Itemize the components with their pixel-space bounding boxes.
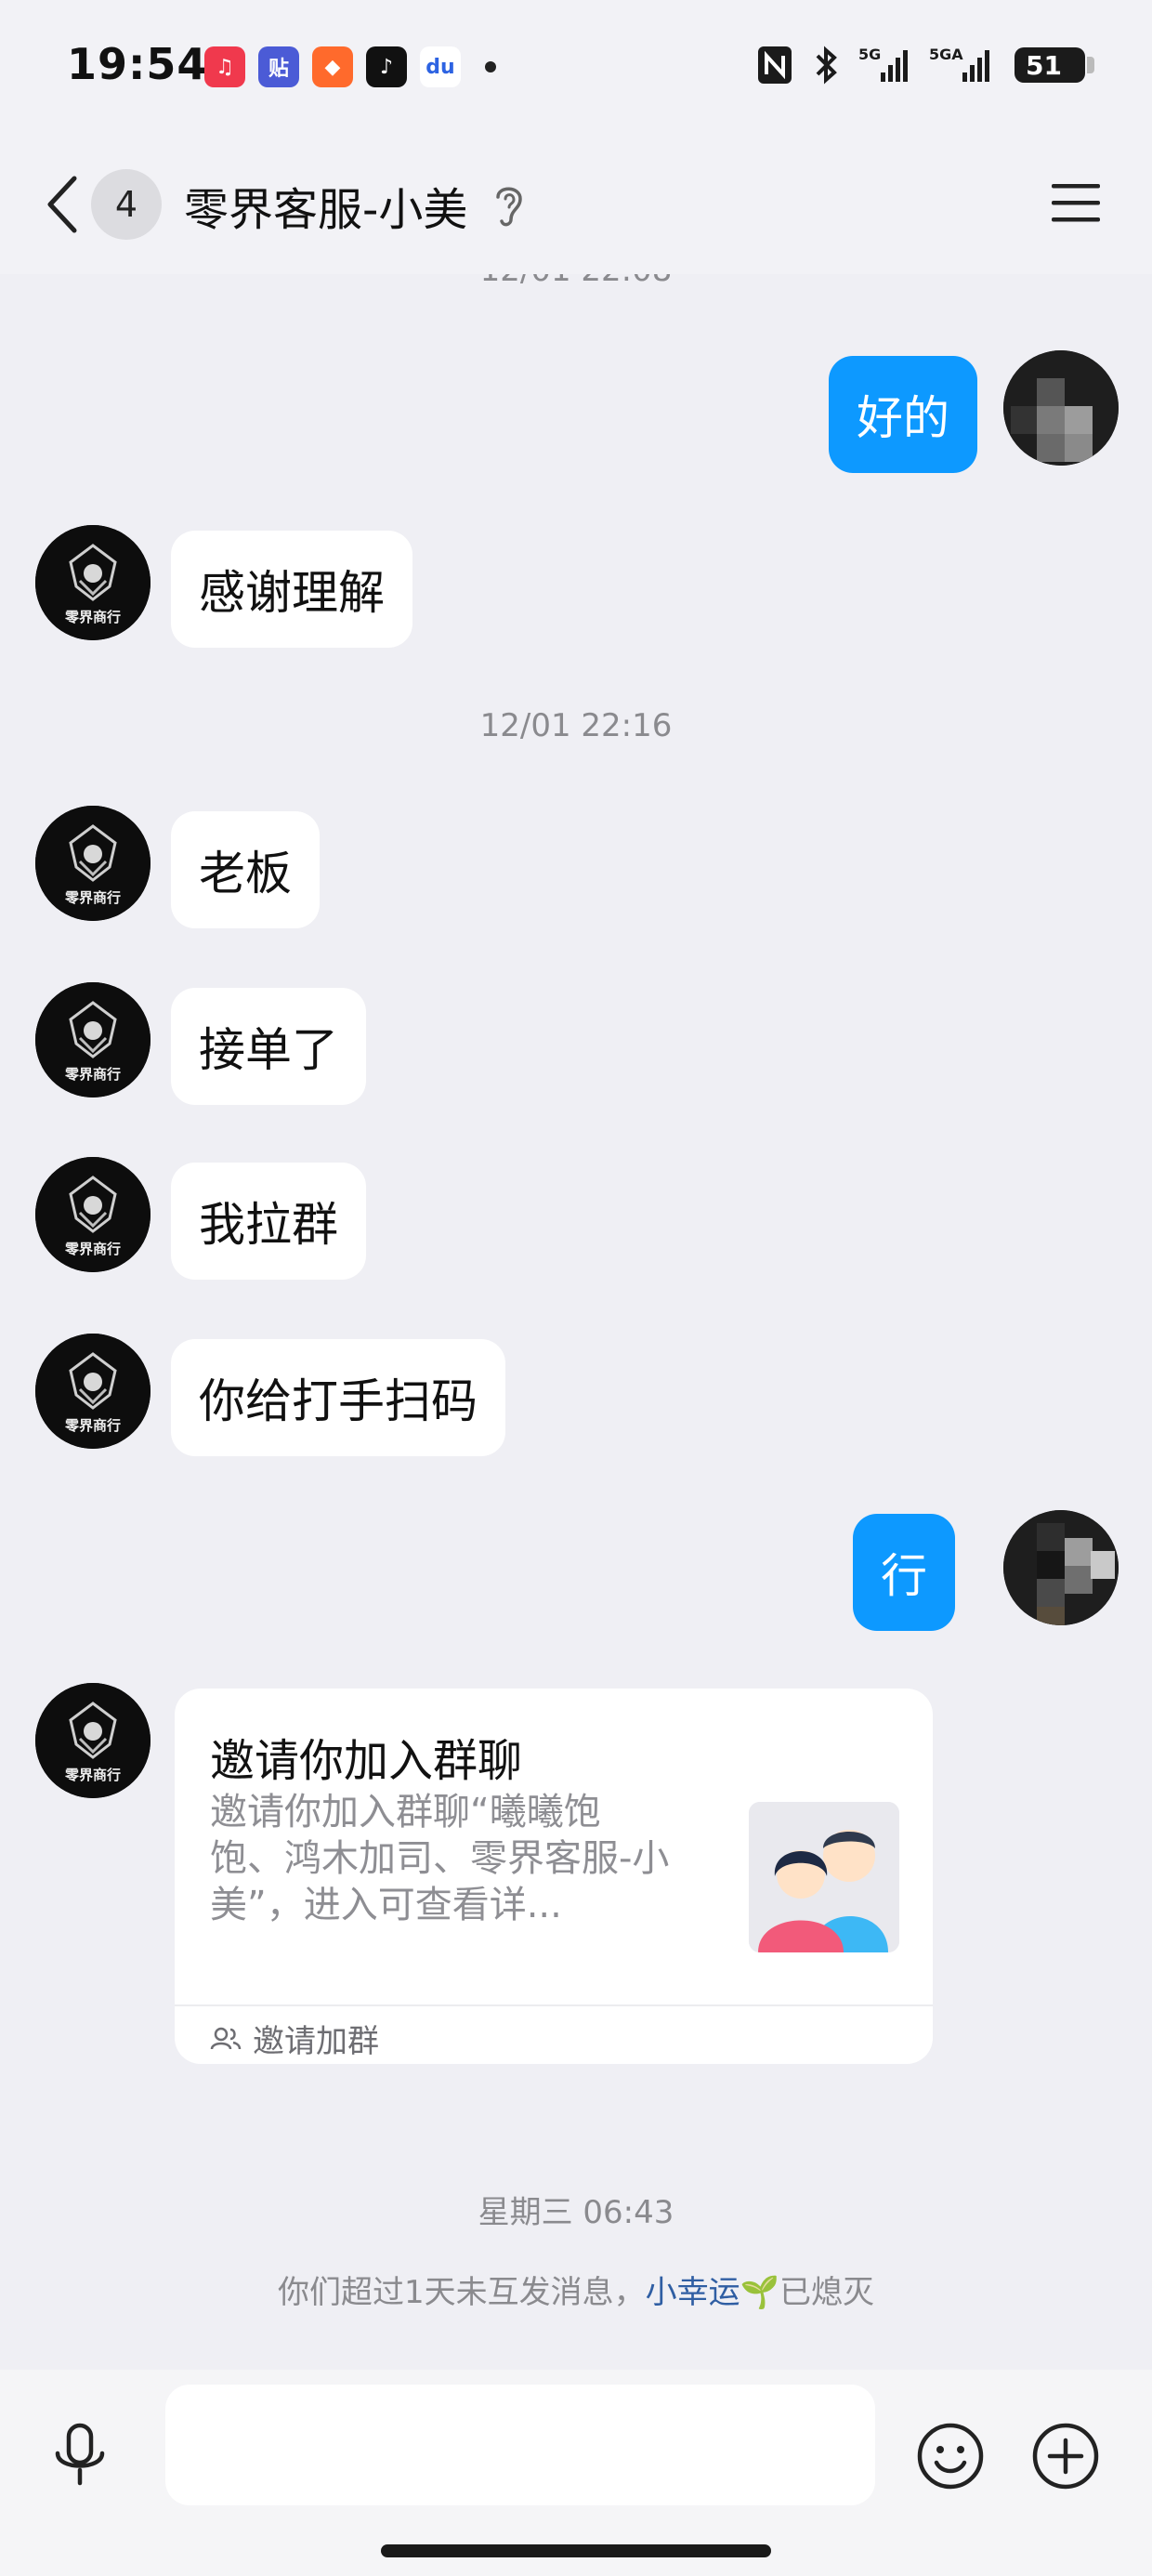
message-bubble-in[interactable]: 感谢理解 [171, 531, 412, 648]
status-bar: 19:54 ♫ 贴 ◆ ♪ du 5G 5GA 51 [0, 0, 1152, 139]
ear-icon[interactable] [491, 178, 528, 234]
svg-text:5GA: 5GA [929, 46, 963, 63]
streak-name-link[interactable]: 小幸运 [646, 2274, 740, 2311]
contact-avatar[interactable]: 零界商行 [35, 806, 151, 921]
svg-text:零界商行: 零界商行 [64, 1241, 121, 1257]
system-icons: 5G 5GA 51 [756, 45, 1094, 85]
svg-text:零界商行: 零界商行 [64, 889, 121, 906]
plus-icon [1032, 2423, 1099, 2490]
back-button[interactable] [33, 167, 89, 242]
sprout-icon: 🌱 [740, 2274, 779, 2311]
invite-description: 邀请你加入群聊“曦曦饱饱、鸿木加司、零界客服-小美”，进入可查看详... [210, 1791, 670, 1926]
more-actions-button[interactable] [1031, 2422, 1100, 2491]
group-avatar-image [749, 1802, 899, 1952]
message-input[interactable] [165, 2385, 875, 2505]
home-indicator[interactable] [381, 2544, 771, 2557]
music-app-icon: ♫ [204, 46, 245, 87]
svg-text:零界商行: 零界商行 [64, 1066, 121, 1083]
system-note-suffix: 已熄灭 [779, 2274, 874, 2311]
chat-title[interactable]: 零界客服-小美 [184, 173, 467, 238]
bluetooth-icon [812, 45, 840, 85]
back-icon [47, 176, 77, 233]
contact-avatar[interactable]: 零界商行 [35, 1334, 151, 1449]
invite-title: 邀请你加入群聊 [210, 1735, 523, 1787]
svg-text:零界商行: 零界商行 [64, 609, 121, 625]
contact-avatar[interactable]: 零界商行 [35, 1683, 151, 1798]
voice-button[interactable] [46, 2422, 113, 2489]
invite-footer-label: 邀请加群 [253, 2023, 379, 2060]
chat-message-list[interactable]: 12/01 22:08 好的 零界商行 感谢理解 12/01 22:16 零界商… [0, 274, 1152, 2370]
chat-header: 4 零界客服-小美 [0, 139, 1152, 274]
menu-icon [1052, 184, 1100, 222]
status-time: 19:54 [67, 39, 208, 89]
invite-footer[interactable]: 邀请加群 [210, 2016, 379, 2061]
message-bubble-in[interactable]: 接单了 [171, 988, 366, 1105]
timestamp: 12/01 22:08 [0, 274, 1152, 289]
message-bubble-in[interactable]: 老板 [171, 811, 320, 928]
tieba-app-icon: 贴 [258, 46, 299, 87]
group-icon [210, 2027, 242, 2049]
message-bubble-out[interactable]: 好的 [829, 356, 977, 473]
battery-indicator: 51 [1015, 47, 1094, 83]
group-invite-card[interactable]: 邀请你加入群聊 邀请你加入群聊“曦曦饱饱、鸿木加司、零界客服-小美”，进入可查看… [175, 1689, 933, 2064]
network-label-1: 5G [858, 46, 881, 63]
baidu-app-icon: du [420, 46, 461, 87]
signal-5ga-icon: 5GA [929, 45, 996, 85]
svg-text:零界商行: 零界商行 [64, 1417, 121, 1434]
streak-system-note: 你们超过1天未互发消息，小幸运🌱已熄灭 [0, 2267, 1152, 2312]
message-bubble-out[interactable]: 行 [853, 1514, 955, 1631]
tiktok-app-icon: ♪ [366, 46, 407, 87]
self-avatar[interactable] [1003, 350, 1119, 466]
mic-icon [55, 2423, 105, 2486]
contact-avatar[interactable]: 零界商行 [35, 1157, 151, 1272]
emoji-icon [917, 2423, 984, 2490]
signal-5g-icon: 5G [858, 45, 910, 85]
nfc-icon [756, 45, 793, 85]
notification-icons: ♫ 贴 ◆ ♪ du [204, 46, 496, 87]
contact-avatar[interactable]: 零界商行 [35, 525, 151, 640]
unread-count-badge[interactable]: 4 [91, 169, 162, 240]
contact-avatar[interactable]: 零界商行 [35, 982, 151, 1097]
self-avatar[interactable] [1003, 1510, 1119, 1625]
message-bubble-in[interactable]: 我拉群 [171, 1163, 366, 1280]
svg-text:零界商行: 零界商行 [64, 1767, 121, 1783]
divider [175, 2004, 933, 2006]
system-note-prefix: 你们超过1天未互发消息， [278, 2274, 646, 2311]
timestamp: 12/01 22:16 [479, 707, 673, 744]
timestamp: 星期三 06:43 [478, 2194, 674, 2231]
game-app-icon: ◆ [312, 46, 353, 87]
message-bubble-in[interactable]: 你给打手扫码 [171, 1339, 505, 1456]
input-bar [0, 2370, 1152, 2576]
more-notifications-icon [485, 61, 496, 72]
emoji-button[interactable] [916, 2422, 985, 2491]
menu-button[interactable] [1048, 175, 1104, 230]
